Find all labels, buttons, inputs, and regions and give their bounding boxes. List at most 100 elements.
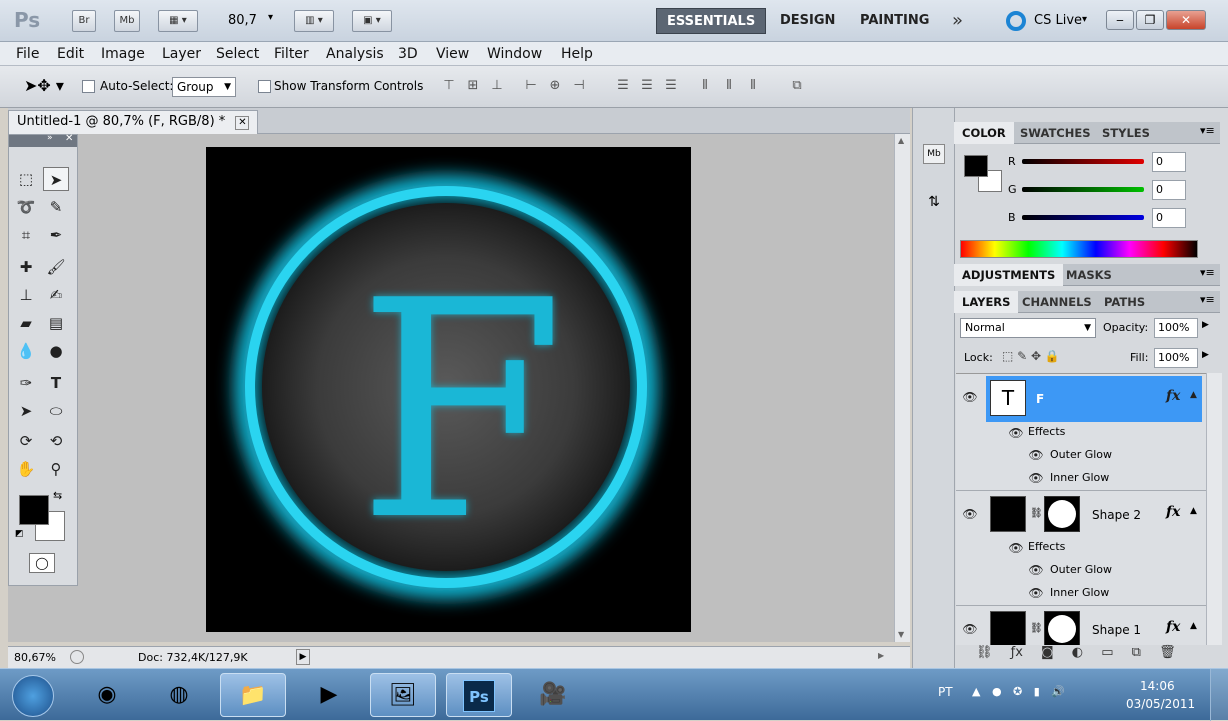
layer-row-shape-2[interactable]: ⛓ Shape 2 fx ▲ <box>986 492 1202 538</box>
scroll-right-icon[interactable]: ▶ <box>878 651 884 660</box>
layer-row-f[interactable]: T F fx ▲ <box>986 376 1202 422</box>
quick-mask-icon[interactable]: ◯ <box>29 553 55 573</box>
close-icon[interactable]: ✕ <box>65 133 73 144</box>
panel-menu-icon[interactable]: ▾≡ <box>1200 293 1215 306</box>
move-tool-preset-icon[interactable]: ➤✥ ▾ <box>24 76 64 95</box>
document-tab[interactable]: Untitled-1 @ 80,7% (F, RGB/8) * ✕ <box>8 110 259 134</box>
document-canvas[interactable]: F F <box>206 147 691 632</box>
screen-mode-button[interactable]: ▣ ▾ <box>352 10 392 32</box>
3d-rotate-tool-icon[interactable]: ⟳ <box>13 429 39 453</box>
color-spectrum-bar[interactable] <box>960 240 1198 258</box>
more-workspaces-icon[interactable]: » <box>952 10 963 31</box>
eye-icon[interactable]: 👁 <box>962 507 978 521</box>
tab-color[interactable]: COLOR <box>954 122 1014 144</box>
align-hcenter-icon[interactable]: ⊕ <box>546 78 564 94</box>
distribute-hcenter-icon[interactable]: ⦀ <box>720 78 738 94</box>
menu-analysis[interactable]: Analysis <box>326 46 384 62</box>
color-foreground-swatch[interactable] <box>964 155 988 177</box>
firefox-taskbar-icon[interactable]: ◍ <box>146 673 212 717</box>
show-desktop-button[interactable] <box>1210 669 1228 721</box>
menu-image[interactable]: Image <box>101 46 145 62</box>
pen-tool-icon[interactable]: ✑ <box>13 371 39 395</box>
restore-button[interactable]: ❐ <box>1136 10 1164 30</box>
scroll-up-icon[interactable]: ▲ <box>898 136 904 145</box>
tab-masks[interactable]: MASKS <box>1058 264 1120 286</box>
marquee-tool-icon[interactable]: ⬚ <box>13 167 39 191</box>
media-player-taskbar-icon[interactable]: ▶ <box>296 673 362 717</box>
eye-icon[interactable]: 👁 <box>1028 471 1044 485</box>
tab-layers[interactable]: LAYERS <box>954 291 1019 313</box>
view-extras-button[interactable]: ▦ ▾ <box>158 10 198 32</box>
camtasia-taskbar-icon[interactable]: 🎥 <box>520 673 586 717</box>
zoom-level[interactable]: 80,7 <box>228 13 257 28</box>
channel-r-slider[interactable] <box>1022 159 1144 164</box>
clock-time[interactable]: 14:06 <box>1140 679 1175 693</box>
layer-name-f[interactable]: F <box>1036 392 1044 406</box>
brush-tool-icon[interactable]: 🖌 <box>43 255 69 279</box>
chrome-taskbar-icon[interactable]: ◉ <box>74 673 140 717</box>
link-icon[interactable]: ⛓ <box>1030 508 1043 519</box>
align-bottom-icon[interactable]: ⊥ <box>488 78 506 94</box>
bridge-button[interactable]: Br <box>72 10 96 32</box>
layer-row-shape-1[interactable]: ⛓ Shape 1 fx ▲ <box>986 607 1202 645</box>
cs-live-dropdown-icon[interactable]: ▾ <box>1082 14 1087 25</box>
3d-orbit-tool-icon[interactable]: ⟲ <box>43 429 69 453</box>
effect-outer-glow[interactable]: Outer Glow <box>1050 563 1112 576</box>
eyedropper-tool-icon[interactable]: ✒ <box>43 223 69 247</box>
effect-inner-glow[interactable]: Inner Glow <box>1050 471 1109 484</box>
channel-g-slider[interactable] <box>1022 187 1144 192</box>
menu-file[interactable]: File <box>16 46 39 62</box>
opacity-slider-arrow-icon[interactable]: ▶ <box>1202 320 1209 330</box>
tab-styles[interactable]: STYLES <box>1094 122 1158 144</box>
menu-edit[interactable]: Edit <box>57 46 84 62</box>
workspace-design[interactable]: DESIGN <box>770 8 845 34</box>
photoshop-taskbar-icon[interactable]: Ps <box>446 673 512 717</box>
mini-bridge-button[interactable]: Mb <box>114 10 140 32</box>
status-menu-arrow-icon[interactable]: ▶ <box>296 649 310 665</box>
status-zoom[interactable]: 80,67% <box>14 651 56 664</box>
swap-colors-icon[interactable]: ⇆ <box>53 489 62 502</box>
eye-icon[interactable]: 👁 <box>962 622 978 636</box>
fx-icon[interactable]: fx <box>1166 388 1180 404</box>
clock-date[interactable]: 03/05/2011 <box>1126 697 1195 711</box>
eraser-tool-icon[interactable]: ▰ <box>13 311 39 335</box>
mini-bridge-panel-icon[interactable]: Mb <box>923 144 945 164</box>
hand-tool-icon[interactable]: ✋ <box>13 457 39 481</box>
distribute-vcenter-icon[interactable]: ☰ <box>638 78 656 94</box>
opacity-value[interactable]: 100% <box>1154 318 1198 338</box>
zoom-dropdown-icon[interactable]: ▾ <box>268 12 273 23</box>
layers-scrollbar[interactable] <box>1206 373 1222 645</box>
panel-menu-icon[interactable]: ▾≡ <box>1200 266 1215 279</box>
menu-3d[interactable]: 3D <box>398 46 418 62</box>
eye-icon[interactable]: 👁 <box>1008 541 1024 555</box>
workspace-painting[interactable]: PAINTING <box>850 8 939 34</box>
tab-swatches[interactable]: SWATCHES <box>1012 122 1099 144</box>
layers-footer-icons[interactable]: ⛓ ƒx ◙ ◐ ▭ ⧉ 🗑 <box>976 645 1204 667</box>
blend-mode-dropdown[interactable]: Normal ▼ <box>960 318 1096 338</box>
clone-stamp-tool-icon[interactable]: ⊥ <box>13 283 39 307</box>
layer-name-shape-2[interactable]: Shape 2 <box>1092 508 1141 522</box>
quick-select-tool-icon[interactable]: ✎ <box>43 195 69 219</box>
eye-icon[interactable]: 👁 <box>1028 448 1044 462</box>
collapse-icon[interactable]: » <box>47 133 53 143</box>
language-indicator[interactable]: PT <box>938 685 953 699</box>
tab-paths[interactable]: PATHS <box>1096 291 1153 313</box>
align-vcenter-icon[interactable]: ⊞ <box>464 78 482 94</box>
menu-filter[interactable]: Filter <box>274 46 309 62</box>
channel-g-value[interactable]: 0 <box>1152 180 1186 200</box>
path-selection-tool-icon[interactable]: ➤ <box>13 399 39 423</box>
distribute-bottom-icon[interactable]: ☰ <box>662 78 680 94</box>
lasso-tool-icon[interactable]: ➰ <box>13 195 39 219</box>
distribute-top-icon[interactable]: ☰ <box>614 78 632 94</box>
panel-menu-icon[interactable]: ▾≡ <box>1200 124 1215 137</box>
fx-icon[interactable]: fx <box>1166 619 1180 635</box>
history-panel-icon[interactable]: ⇅ <box>923 194 945 216</box>
healing-brush-tool-icon[interactable]: ✚ <box>13 255 39 279</box>
close-tab-icon[interactable]: ✕ <box>235 116 250 130</box>
foreground-color-swatch[interactable] <box>19 495 49 525</box>
tray-icons[interactable]: ▲ ● ✪ ▮ 🔊 <box>972 685 1065 698</box>
collapse-effects-icon[interactable]: ▲ <box>1190 621 1197 631</box>
auto-align-icon[interactable]: ⧉ <box>788 78 806 94</box>
dodge-tool-icon[interactable]: ● <box>43 339 69 363</box>
layer-name-shape-1[interactable]: Shape 1 <box>1092 623 1141 637</box>
